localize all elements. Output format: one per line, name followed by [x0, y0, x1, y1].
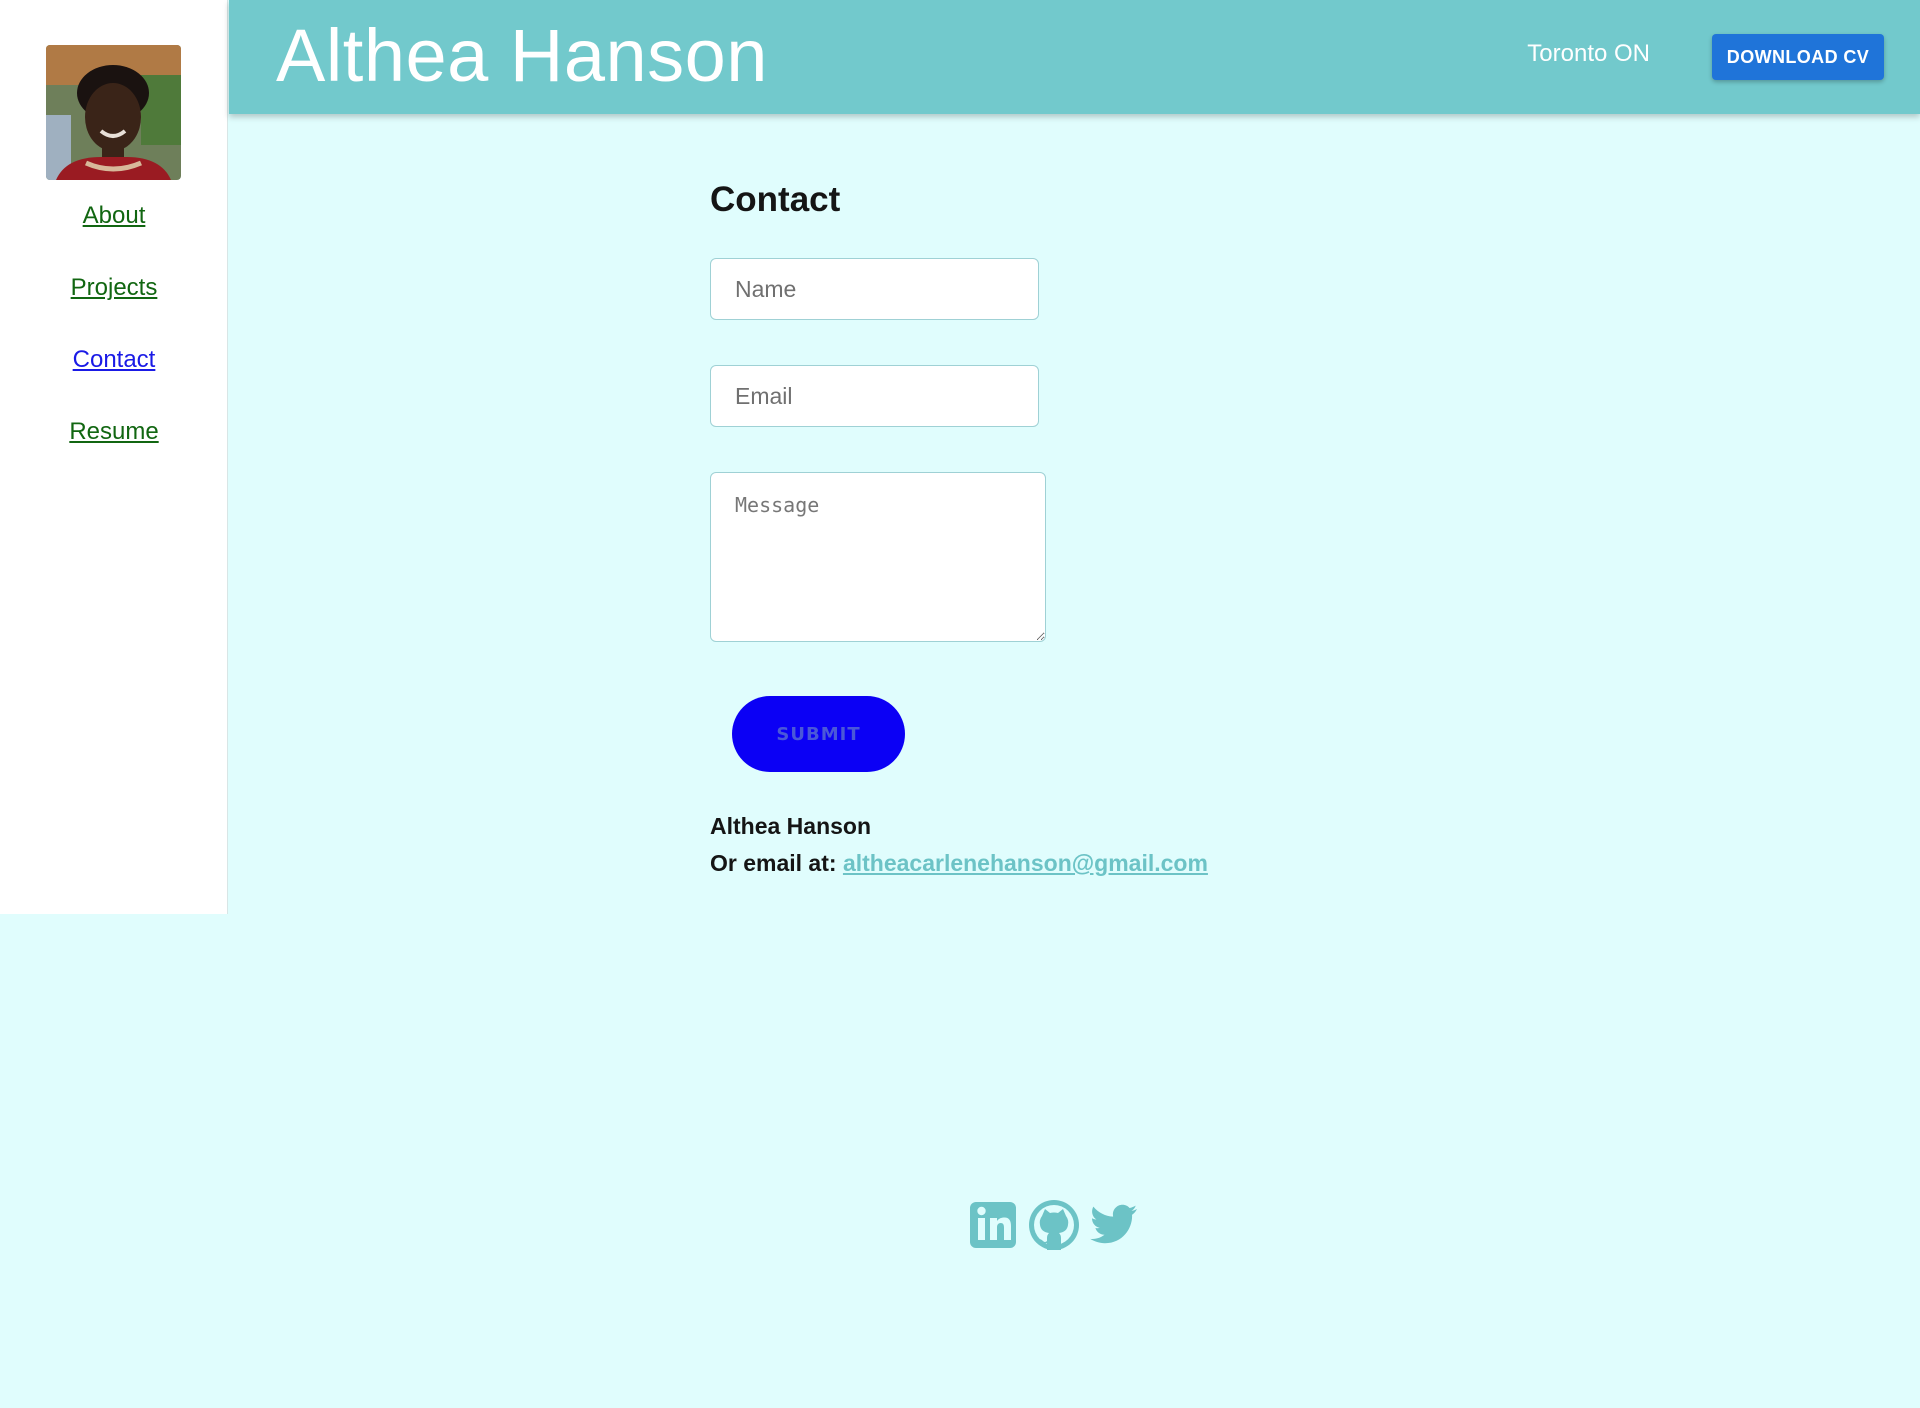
location-text: Toronto ON	[1527, 40, 1650, 67]
email-prefix: Or email at:	[710, 850, 837, 876]
nav-link-contact[interactable]: Contact	[0, 340, 228, 380]
linkedin-icon[interactable]	[966, 1196, 1022, 1252]
nav-link-about[interactable]: About	[0, 196, 228, 236]
submit-button[interactable]: SUBMIT	[732, 696, 905, 772]
twitter-icon[interactable]	[1086, 1196, 1142, 1252]
contact-section: Contact SUBMIT Althea Hanson Or email at…	[710, 176, 1410, 882]
email-input[interactable]	[710, 365, 1039, 427]
nav-link-resume[interactable]: Resume	[0, 412, 228, 452]
owner-name: Althea Hanson	[710, 813, 872, 839]
email-line: Or email at: altheacarlenehanson@gmail.c…	[710, 845, 1410, 882]
page-title: Contact	[710, 180, 841, 219]
contact-info: Althea Hanson Or email at: altheacarlene…	[710, 808, 1410, 882]
nav-link-projects[interactable]: Projects	[0, 268, 228, 308]
message-textarea[interactable]	[710, 472, 1046, 642]
github-icon[interactable]	[1026, 1196, 1082, 1252]
social-links	[966, 1196, 1142, 1252]
avatar	[46, 45, 181, 180]
site-title: Althea Hanson	[276, 14, 768, 97]
sidebar-nav: About Projects Contact Resume	[0, 196, 228, 484]
download-cv-button[interactable]: DOWNLOAD CV	[1712, 34, 1884, 80]
email-link[interactable]: altheacarlenehanson@gmail.com	[843, 850, 1208, 876]
sidebar: About Projects Contact Resume	[0, 0, 228, 914]
header-bar: Althea Hanson Toronto ON DOWNLOAD CV	[229, 0, 1920, 114]
name-input[interactable]	[710, 258, 1039, 320]
